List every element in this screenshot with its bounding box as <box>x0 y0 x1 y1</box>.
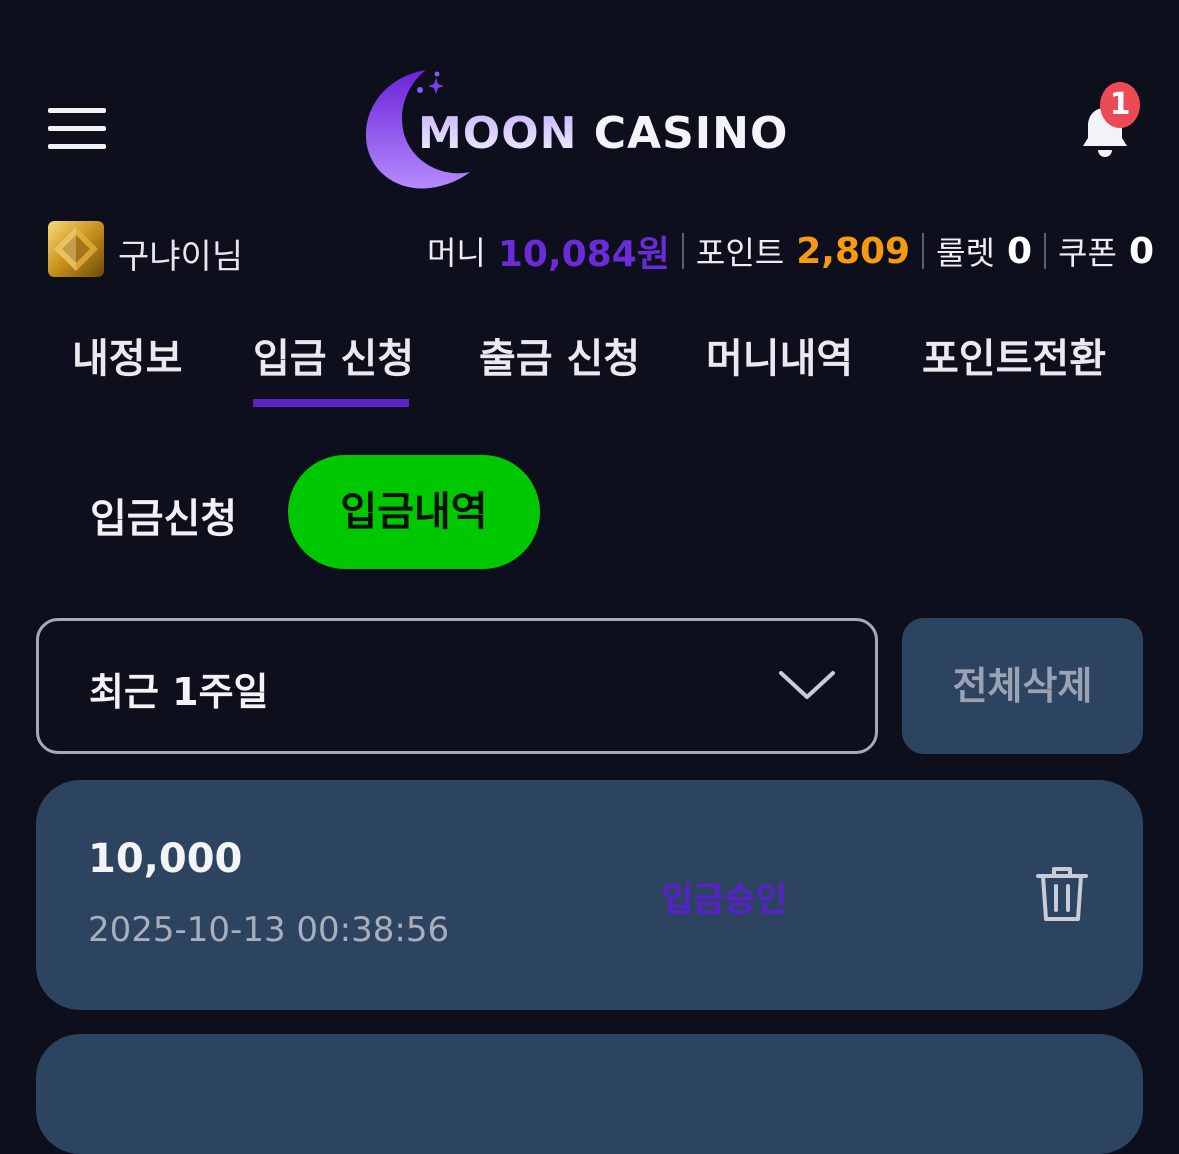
divider <box>922 233 925 269</box>
coupon-value: 0 <box>1128 230 1154 272</box>
main-tabs: 내정보 입금 신청 출금 신청 머니내역 포인트전환 <box>0 318 1179 410</box>
logo-text: MOON CASINO <box>418 108 789 159</box>
delete-all-button[interactable]: 전체삭제 <box>902 618 1143 754</box>
subtab-deposit-request[interactable]: 입금신청 <box>90 486 237 544</box>
tab-withdraw-request[interactable]: 출금 신청 <box>479 326 640 384</box>
record-amount: 10,000 <box>88 836 243 882</box>
moon-casino-logo[interactable]: MOON CASINO <box>360 62 820 194</box>
deposit-record-card: 10,000 2025-10-13 00:38:56 입금승인 <box>36 780 1143 1010</box>
divider <box>1044 233 1047 269</box>
app-header: MOON CASINO 1 <box>0 0 1179 200</box>
tab-my-info[interactable]: 내정보 <box>72 326 182 384</box>
tab-money-history[interactable]: 머니내역 <box>706 326 853 384</box>
user-info-bar: 구냐이님 머니 10,084원 포인트 2,809 룰렛 0 쿠폰 0 <box>0 215 1179 285</box>
deposit-record-card <box>36 1034 1143 1154</box>
username: 구냐이님 <box>118 237 244 277</box>
money-value: 10,084원 <box>497 234 670 275</box>
tab-deposit-request[interactable]: 입금 신청 <box>253 326 414 384</box>
balance-stats: 머니 10,084원 포인트 2,809 룰렛 0 쿠폰 0 <box>427 225 1154 277</box>
notification-badge: 1 <box>1100 82 1140 128</box>
chevron-down-icon <box>779 671 835 699</box>
gold-gem-icon <box>48 221 104 277</box>
roulette-value: 0 <box>1006 230 1033 272</box>
period-select-value: 최근 1주일 <box>89 670 269 714</box>
point-value: 2,809 <box>796 230 911 272</box>
point-label: 포인트 <box>695 234 785 272</box>
record-status: 입금승인 <box>662 880 788 920</box>
hamburger-menu-icon[interactable] <box>48 108 106 152</box>
money-label: 머니 <box>426 234 486 272</box>
roulette-label: 룰렛 <box>936 234 995 272</box>
coupon-label: 쿠폰 <box>1058 234 1117 272</box>
record-datetime: 2025-10-13 00:38:56 <box>88 910 450 950</box>
divider <box>681 233 684 269</box>
active-tab-indicator <box>253 399 409 407</box>
period-select[interactable]: 최근 1주일 <box>36 618 878 754</box>
trash-icon[interactable] <box>1034 864 1090 924</box>
subtab-deposit-history[interactable]: 입금내역 <box>288 455 540 569</box>
tab-point-conversion[interactable]: 포인트전환 <box>922 326 1106 384</box>
